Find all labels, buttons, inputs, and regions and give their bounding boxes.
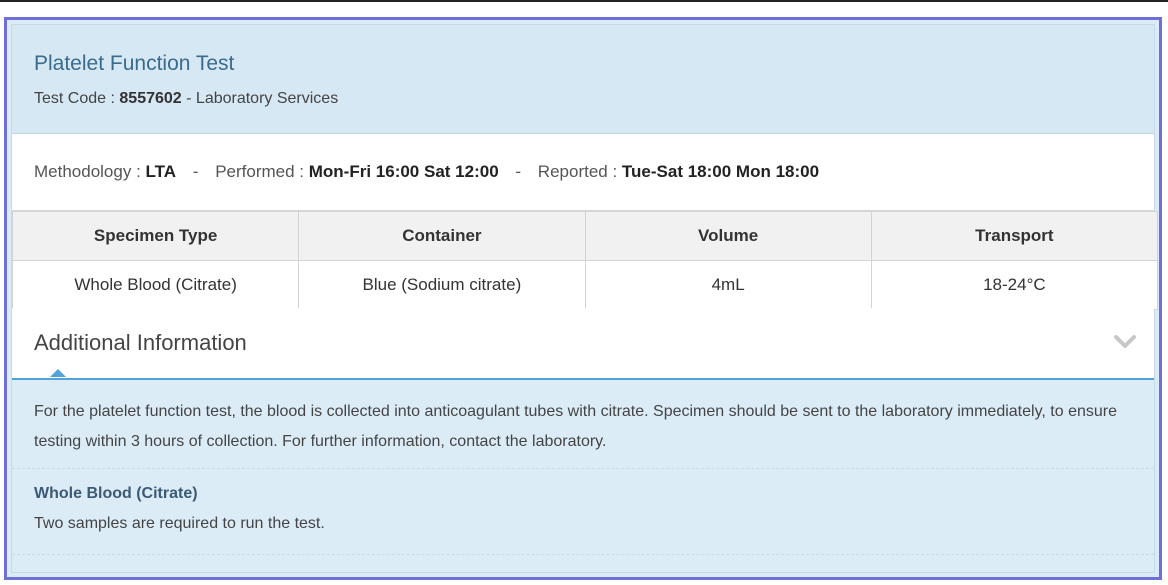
test-department: - Laboratory Services — [186, 90, 339, 107]
header-volume: Volume — [584, 211, 872, 261]
reported-value: Tue-Sat 18:00 Mon 18:00 — [621, 162, 820, 181]
tab-pointer — [50, 369, 66, 377]
cell-specimen-type: Whole Blood (Citrate) — [11, 260, 300, 310]
test-card-inner: Platelet Function Test Test Code : 85576… — [11, 24, 1159, 573]
cell-volume: 4mL — [584, 260, 872, 310]
specimen-note: Two samples are required to run the test… — [34, 515, 325, 532]
specimen-table: Specimen Type Container Volume Transport… — [11, 211, 1159, 310]
additional-info-title: Additional Information — [34, 330, 247, 355]
specimen-table-header-row: Specimen Type Container Volume Transport — [11, 211, 1159, 261]
divider — [12, 554, 1154, 555]
test-card: Platelet Function Test Test Code : 85576… — [4, 17, 1162, 580]
header-transport: Transport — [870, 211, 1159, 261]
performed-label: Performed : — [215, 162, 305, 181]
header-specimen-type: Specimen Type — [11, 211, 300, 261]
performed-value: Mon-Fri 16:00 Sat 12:00 — [308, 162, 499, 181]
cell-container: Blue (Sodium citrate) — [298, 260, 586, 310]
test-code: 8557602 — [119, 90, 182, 107]
cell-transport: 18-24°C — [870, 260, 1159, 310]
top-rule — [0, 0, 1168, 2]
methodology-value: LTA — [145, 162, 177, 181]
reported-label: Reported : — [537, 162, 618, 181]
table-row: Whole Blood (Citrate) Blue (Sodium citra… — [11, 260, 1159, 310]
additional-info-toggle[interactable]: Additional Information — [12, 308, 1154, 380]
specimen-heading: Whole Blood (Citrate) — [34, 485, 198, 502]
methodology-label: Methodology : — [34, 162, 141, 181]
header-container: Container — [298, 211, 586, 261]
test-subtitle: Test Code : 8557602 - Laboratory Service… — [34, 90, 338, 108]
test-code-label: Test Code : — [34, 90, 115, 107]
additional-info-note: For the platelet function test, the bloo… — [34, 403, 1117, 450]
test-meta: Methodology : LTA - Performed : Mon-Fri … — [12, 134, 1154, 211]
meta-line: Methodology : LTA - Performed : Mon-Fri … — [34, 162, 819, 182]
divider — [12, 468, 1154, 469]
meta-separator: - — [515, 162, 522, 181]
test-header: Platelet Function Test Test Code : 85576… — [12, 25, 1154, 134]
meta-separator: - — [192, 162, 199, 181]
chevron-down-icon[interactable] — [1114, 334, 1136, 350]
test-title: Platelet Function Test — [34, 52, 235, 75]
